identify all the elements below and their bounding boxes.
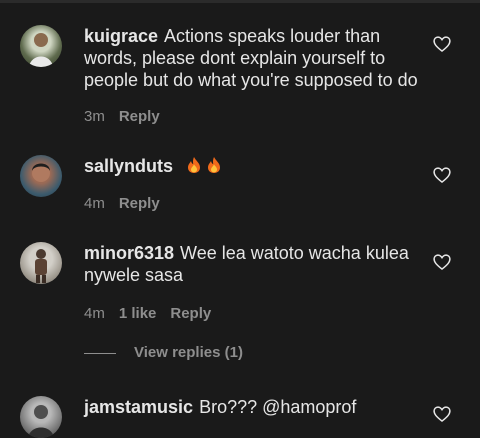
comment-text: minor6318 Wee lea watoto wacha kulea nywe… [84,242,424,286]
avatar[interactable] [20,396,62,438]
comment-body: Bro??? @hamoprof [199,397,357,417]
fire-emoji [208,157,221,173]
avatar[interactable] [20,242,62,284]
view-replies-label[interactable]: View replies (1) [134,344,243,361]
heart-outline-icon[interactable] [432,404,452,424]
heart-outline-icon[interactable] [432,252,452,272]
avatar[interactable] [20,25,62,67]
reply-button[interactable]: Reply [170,305,211,322]
reply-button[interactable]: Reply [119,195,160,212]
comment-username[interactable]: jamstamusic [84,397,193,417]
reply-button[interactable]: Reply [119,108,160,125]
comment-meta: 4m Reply [84,195,174,212]
comment-text: kuigrace Actions speaks louder than words… [84,25,424,91]
comment-time: 3m [84,108,105,125]
comment-username[interactable]: minor6318 [84,243,174,263]
likes-count[interactable]: 1 like [119,305,157,322]
fire-emoji [188,157,201,173]
avatar[interactable] [20,155,62,197]
heart-outline-icon[interactable] [432,165,452,185]
top-divider [0,0,480,3]
comment-meta: 4m 1 like Reply [84,305,225,322]
heart-outline-icon[interactable] [432,34,452,54]
comment-meta: 3m Reply [84,108,174,125]
comment-text: sallynduts [84,155,424,177]
comment-time: 4m [84,305,105,322]
comment-username[interactable]: kuigrace [84,26,158,46]
replies-divider [84,352,116,354]
comment-time: 4m [84,195,105,212]
comment-username[interactable]: sallynduts [84,156,173,176]
view-replies-button[interactable]: View replies (1) [84,344,243,361]
comment-text: jamstamusic Bro??? @hamoprof [84,396,424,418]
